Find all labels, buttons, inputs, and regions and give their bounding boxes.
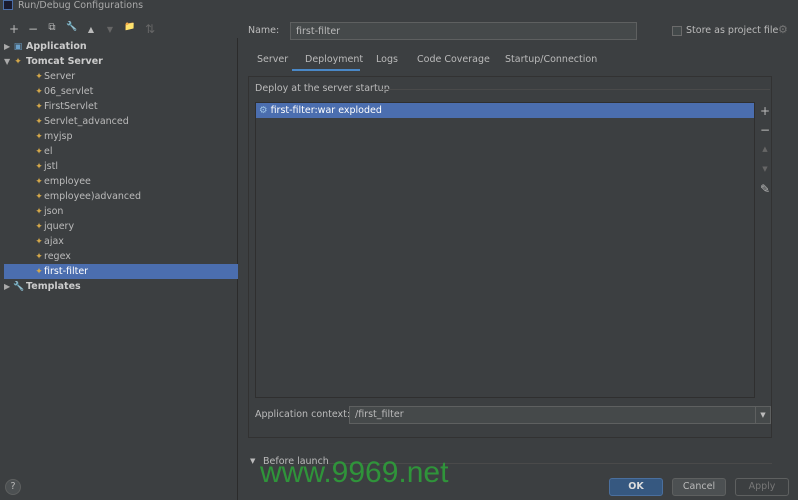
tree-item[interactable]: ✦ajax (4, 234, 238, 249)
tab-startup-connection[interactable]: Startup/Connection (505, 53, 597, 67)
apply-button[interactable]: Apply (735, 478, 789, 496)
tomcat-icon: ✦ (35, 147, 43, 157)
before-launch-toggle[interactable]: Before launch (263, 456, 329, 467)
sort-button[interactable]: ⇅ (143, 22, 157, 36)
remove-artifact-button[interactable]: − (758, 123, 772, 137)
tree-item[interactable]: ✦employee (4, 174, 238, 189)
add-config-button[interactable]: + (7, 22, 21, 36)
tree-item[interactable]: ✦employee)advanced (4, 189, 238, 204)
name-label: Name: (248, 25, 280, 36)
chevron-down-icon[interactable]: ▼ (755, 407, 770, 423)
artifact-icon: ⚙ (259, 105, 268, 116)
collapse-icon: ▼ (4, 57, 11, 66)
tomcat-icon: ✦ (14, 57, 22, 67)
divider (382, 89, 770, 90)
tree-item-templates[interactable]: ▶ 🔧 Templates (4, 279, 238, 294)
edit-artifact-button[interactable]: ✎ (758, 182, 772, 196)
tree-item[interactable]: ✦jstl (4, 159, 238, 174)
tomcat-icon: ✦ (35, 237, 43, 247)
tree-item[interactable]: ✦json (4, 204, 238, 219)
gear-icon[interactable]: ⚙ (778, 23, 788, 36)
window-title: Run/Debug Configurations (0, 0, 798, 12)
move-down-button[interactable]: ▼ (758, 165, 772, 173)
help-button[interactable]: ? (5, 479, 21, 495)
cancel-button[interactable]: Cancel (672, 478, 726, 496)
context-combo[interactable]: /first_filter ▼ (349, 406, 771, 424)
tomcat-icon: ✦ (35, 72, 43, 82)
ok-button[interactable]: OK (609, 478, 663, 496)
copy-config-button[interactable]: ⧉ (45, 22, 59, 33)
tomcat-icon: ✦ (35, 87, 43, 97)
tomcat-icon: ✦ (35, 132, 43, 142)
tomcat-icon: ✦ (35, 222, 43, 232)
tab-deployment[interactable]: Deployment (305, 53, 363, 67)
folder-icon[interactable]: 📁 (123, 22, 137, 32)
context-label: Application context: (255, 409, 351, 420)
deploy-label: Deploy at the server startup (255, 83, 390, 94)
name-input[interactable] (290, 22, 637, 40)
tree-item[interactable]: ✦regex (4, 249, 238, 264)
move-up-button[interactable]: ▲ (758, 145, 772, 153)
tree-item-application[interactable]: ▶ ▣ Application (4, 39, 238, 54)
tree-item[interactable]: ✦06_servlet (4, 84, 238, 99)
app-icon (3, 0, 13, 10)
tree-item[interactable]: ✦jquery (4, 219, 238, 234)
tomcat-icon: ✦ (35, 102, 43, 112)
tree-item[interactable]: ✦el (4, 144, 238, 159)
wrench-icon: 🔧 (13, 282, 25, 292)
tomcat-icon: ✦ (35, 252, 43, 262)
tree-item[interactable]: ✦myjsp (4, 129, 238, 144)
remove-config-button[interactable]: − (26, 22, 40, 36)
config-tree: ▶ ▣ Application ▼ ✦ Tomcat Server ✦Server ✦… (4, 38, 238, 500)
tomcat-icon: ✦ (35, 177, 43, 187)
deploy-list[interactable]: ⚙ first-filter:war exploded (255, 102, 755, 398)
expand-icon: ▶ (4, 42, 11, 51)
list-item[interactable]: ⚙ first-filter:war exploded (256, 103, 754, 118)
tomcat-icon: ✦ (35, 162, 43, 172)
store-label[interactable]: Store as project file (686, 25, 778, 36)
store-checkbox[interactable] (672, 26, 682, 36)
tomcat-icon: ✦ (35, 267, 43, 277)
tomcat-icon: ✦ (35, 117, 43, 127)
tomcat-icon: ✦ (35, 192, 43, 202)
add-artifact-button[interactable]: + (758, 104, 772, 118)
tab-logs[interactable]: Logs (376, 53, 398, 67)
move-up-button[interactable]: ▲ (84, 25, 98, 34)
tab-server[interactable]: Server (257, 53, 288, 67)
collapse-icon[interactable]: ▼ (250, 457, 255, 465)
active-tab-indicator (292, 69, 360, 71)
wrench-icon[interactable]: 🔧 (65, 22, 79, 32)
divider (328, 463, 772, 464)
tree-item[interactable]: ✦Servlet_advanced (4, 114, 238, 129)
tree-item-tomcat[interactable]: ▼ ✦ Tomcat Server (4, 54, 238, 69)
move-down-button[interactable]: ▼ (103, 25, 117, 34)
tree-item[interactable]: ✦first-filter (4, 264, 238, 279)
tree-item[interactable]: ✦Server (4, 69, 238, 84)
tomcat-icon: ✦ (35, 207, 43, 217)
tree-item[interactable]: ✦FirstServlet (4, 99, 238, 114)
expand-icon: ▶ (4, 282, 11, 291)
tab-code-coverage[interactable]: Code Coverage (417, 53, 490, 67)
application-icon: ▣ (13, 42, 23, 52)
